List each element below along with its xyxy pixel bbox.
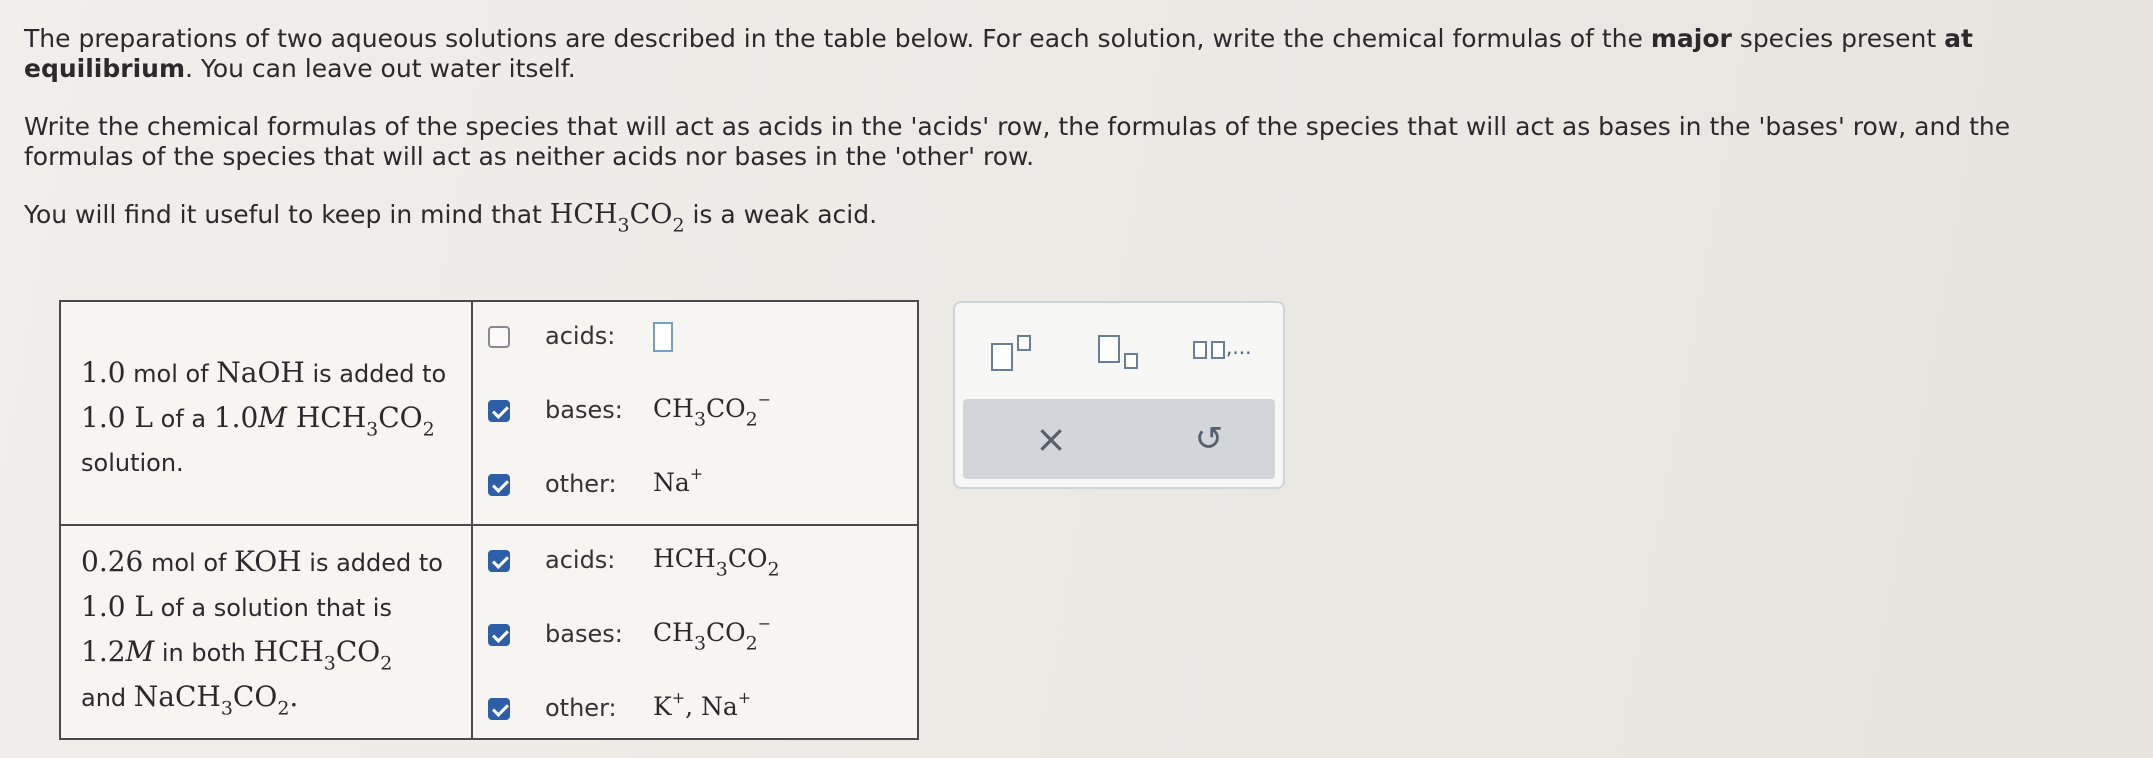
molarity-unit: M (125, 635, 155, 668)
solutions-table: 1.0 mol of NaOH is added to 1.0 L of a 1… (59, 300, 919, 740)
solution-1-description: 1.0 mol of NaOH is added to 1.0 L of a 1… (59, 300, 473, 526)
other-label: other: (545, 470, 617, 498)
subscript-icon[interactable] (1098, 333, 1148, 373)
other-label: other: (545, 694, 617, 722)
bases-input[interactable]: CH3CO2− (653, 616, 771, 654)
text: and (81, 684, 134, 712)
other-checkbox[interactable] (488, 698, 510, 720)
text: You will find it useful to keep in mind … (24, 200, 550, 229)
acids-input[interactable] (653, 322, 673, 352)
text: is added to (301, 549, 443, 577)
base-box-icon (1098, 335, 1120, 363)
text: 1.0 (81, 356, 126, 389)
acids-checkbox[interactable] (488, 550, 510, 572)
text: is added to (304, 360, 447, 388)
text: 1.0 (213, 401, 259, 434)
acids-input[interactable]: HCH3CO2 (653, 544, 780, 579)
acids-checkbox[interactable] (488, 326, 510, 348)
other-input[interactable]: K+, Na+ (653, 690, 751, 722)
text: 1.0 L (81, 590, 154, 623)
bases-checkbox[interactable] (488, 400, 510, 422)
acids-label: acids: (545, 322, 616, 350)
text: Na (701, 692, 738, 721)
text: 1.2 (81, 635, 126, 668)
text: . You can leave out water itself. (185, 54, 576, 83)
formula-acetic-acid: HCH3CO2 (295, 401, 435, 441)
undo-icon[interactable]: ↺ (1191, 421, 1227, 457)
bases-input[interactable]: CH3CO2− (653, 392, 771, 430)
clear-icon[interactable]: × (1033, 420, 1069, 458)
text: The preparations of two aqueous solution… (24, 24, 1651, 53)
bases-label: bases: (545, 396, 623, 424)
toolbar-action-bar: × ↺ (963, 399, 1275, 479)
text: of a (153, 405, 214, 433)
formula-acetic-acid: HCH3CO2 (253, 635, 393, 675)
bases-row: bases: CH3CO2− (473, 376, 917, 450)
text: is a weak acid. (684, 200, 878, 229)
bases-row: bases: CH3CO2− (473, 600, 917, 674)
other-input[interactable]: Na+ (653, 466, 703, 498)
list-box-icon (1193, 341, 1207, 359)
bases-label: bases: (545, 620, 623, 648)
list-icon[interactable]: ,... (1193, 333, 1263, 373)
formula-acetic-acid: HCH3CO2 (549, 199, 685, 237)
formula-naoh: NaOH (216, 356, 305, 389)
solution-1-responses: acids: bases: CH3CO2− other: Na+ (471, 300, 919, 526)
subscript-box-icon (1124, 353, 1138, 369)
acids-label: acids: (545, 546, 616, 574)
toolbar-icons: ,... (955, 303, 1283, 399)
superscript-box-icon (1017, 335, 1031, 351)
text: mol of (143, 549, 235, 577)
molarity-unit: M (258, 401, 287, 434)
text: solution. (81, 449, 184, 477)
formula-toolbar: ,... × ↺ (953, 301, 1285, 489)
text: mol of (125, 360, 217, 388)
list-suffix: ,... (1226, 335, 1252, 359)
text: Na (653, 468, 690, 497)
table-row: 0.26 mol of KOH is added to 1.0 L of a s… (59, 524, 919, 740)
bases-checkbox[interactable] (488, 624, 510, 646)
superscript-icon[interactable] (991, 333, 1041, 373)
list-box-icon (1211, 341, 1225, 359)
base-box-icon (991, 343, 1013, 371)
solution-2-responses: acids: HCH3CO2 bases: CH3CO2− other: K+,… (471, 524, 919, 740)
other-row: other: K+, Na+ (473, 674, 917, 738)
emphasis-major: major (1650, 24, 1732, 53)
instructions-paragraph-3: You will find it useful to keep in mind … (24, 199, 2114, 237)
other-checkbox[interactable] (488, 474, 510, 496)
text: of a solution that is (153, 594, 392, 622)
formula-koh: KOH (234, 545, 302, 578)
instructions-paragraph-1: The preparations of two aqueous solution… (24, 24, 2114, 84)
solution-2-description: 0.26 mol of KOH is added to 1.0 L of a s… (59, 524, 473, 740)
other-row: other: Na+ (473, 450, 917, 524)
acids-row: acids: (473, 302, 917, 376)
text: 0.26 (81, 545, 144, 578)
text: 1.0 L (81, 401, 154, 434)
text: K (653, 692, 672, 721)
text: species present (1731, 24, 1945, 53)
text: in both (154, 639, 254, 667)
instructions-paragraph-2: Write the chemical formulas of the speci… (24, 112, 2011, 171)
formula-sodium-acetate: NaCH3CO2. (133, 680, 299, 720)
table-row: 1.0 mol of NaOH is added to 1.0 L of a 1… (59, 300, 919, 526)
acids-row: acids: HCH3CO2 (473, 526, 917, 600)
